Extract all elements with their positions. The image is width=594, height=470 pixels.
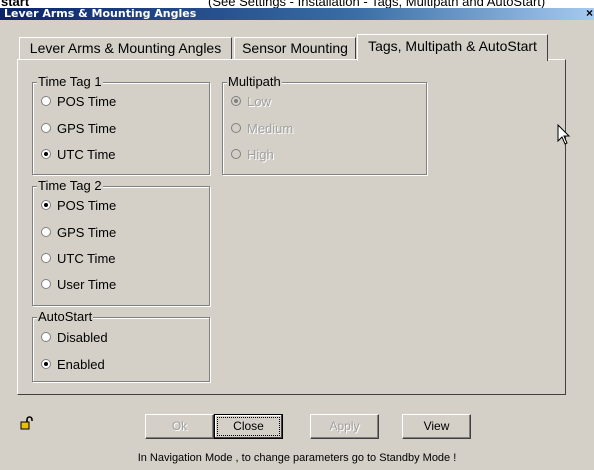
time-tag-1-legend: Time Tag 1 [37,74,103,90]
autostart-group: AutoStart Disabled Enabled [32,309,210,382]
window-titlebar[interactable]: Lever Arms & Mounting Angles × [0,6,594,20]
time-tag-1-option-pos[interactable]: POS Time [41,92,116,110]
autostart-option-disabled[interactable]: Disabled [41,328,108,346]
time-tag-2-option-user[interactable]: User Time [41,275,116,293]
radio-icon [41,96,51,106]
time-tag-1-option-utc[interactable]: UTC Time [41,145,116,163]
radio-checked-icon [41,149,51,159]
radio-checked-icon [41,359,51,369]
window-title: Lever Arms & Mounting Angles [4,7,197,20]
radio-checked-icon [41,200,51,210]
radio-icon [41,279,51,289]
tab-sensor-mounting[interactable]: Sensor Mounting [234,37,356,59]
multipath-option-low[interactable]: Low [231,92,271,110]
multipath-legend: Multipath [227,74,282,90]
tab-panel: Time Tag 1 POS Time GPS Time UTC Time Mu… [17,59,566,395]
radio-checked-icon [231,96,241,106]
radio-icon [41,332,51,342]
apply-button[interactable]: Apply [310,414,379,439]
multipath-group: Multipath Low Medium High [222,74,427,175]
radio-icon [231,123,241,133]
radio-icon [231,149,241,159]
close-button[interactable]: Close [214,414,283,439]
radio-icon [41,253,51,263]
ok-button[interactable]: Ok [145,414,214,439]
time-tag-1-option-gps[interactable]: GPS Time [41,119,116,137]
close-icon[interactable]: × [586,6,593,20]
multipath-option-high[interactable]: High [231,145,274,163]
status-message: In Navigation Mode , to change parameter… [137,452,457,464]
tab-tags-multipath-autostart[interactable]: Tags, Multipath & AutoStart [357,34,548,61]
time-tag-2-legend: Time Tag 2 [37,178,103,194]
radio-icon [41,123,51,133]
mouse-pointer-icon [557,124,571,145]
time-tag-1-group: Time Tag 1 POS Time GPS Time UTC Time [32,74,210,175]
radio-icon [41,227,51,237]
autostart-legend: AutoStart [37,309,94,325]
time-tag-2-group: Time Tag 2 POS Time GPS Time UTC Time Us… [32,178,210,306]
time-tag-2-option-utc[interactable]: UTC Time [41,249,116,267]
autostart-option-enabled[interactable]: Enabled [41,355,105,373]
doc-caption-fragment: (See Settings - Installation - Tags, Mul… [208,0,546,8]
tab-lever-arms[interactable]: Lever Arms & Mounting Angles [19,37,232,59]
view-button[interactable]: View [402,414,471,439]
unlocked-padlock-icon [20,416,33,430]
multipath-option-medium[interactable]: Medium [231,119,293,137]
time-tag-2-option-pos[interactable]: POS Time [41,196,116,214]
time-tag-2-option-gps[interactable]: GPS Time [41,223,116,241]
